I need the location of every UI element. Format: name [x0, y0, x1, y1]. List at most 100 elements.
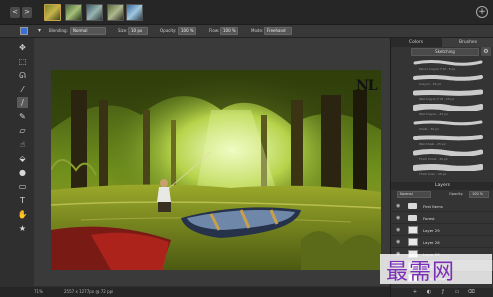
layer-name: First Items [423, 204, 443, 209]
brush-stroke-preview [413, 120, 483, 126]
trash-icon[interactable]: ⌫ [467, 289, 475, 296]
brush-item[interactable]: Thick Crax - 25 px [411, 163, 491, 178]
pencil-icon[interactable]: ✎ [17, 111, 28, 122]
document-thumbnail[interactable] [107, 4, 124, 21]
canvas-workspace[interactable]: NL [34, 38, 390, 286]
brush-item[interactable]: Chalk - 30 px [411, 118, 491, 133]
layer-name: Layer 29 [423, 228, 440, 233]
brush-item[interactable]: Wet Chalk - 25 px [411, 133, 491, 148]
document-thumbnail[interactable] [86, 4, 103, 21]
blending-select[interactable]: Normal [70, 27, 106, 35]
layer-thumbnail [408, 226, 418, 234]
brush-set-select[interactable]: Sketching [411, 48, 479, 56]
app-window: < > + ▾ Blending: Normal Size: 10 px Opa… [0, 0, 493, 297]
mask-icon[interactable]: ◐ [425, 289, 433, 296]
brush-stroke-preview [413, 60, 483, 66]
brush-stroke-preview [413, 149, 483, 156]
add-layer-icon[interactable]: + [411, 289, 419, 296]
dodge-icon[interactable]: ● [17, 167, 28, 178]
layer-name: Forest [423, 216, 435, 221]
folder-icon [408, 215, 417, 221]
fill-icon[interactable]: ⬙ [17, 153, 28, 164]
brush-name: Pencil Crayon F-M - 8 px [419, 67, 456, 71]
document-strip: < > + [0, 0, 493, 25]
brush-name: Thick Crax - 25 px [419, 172, 447, 176]
brush-item[interactable]: Crayon - 25 px [411, 73, 491, 88]
nav-back-button[interactable]: < [10, 7, 20, 18]
brush-name: Wet Crayon - 25 px [419, 112, 448, 116]
brush-preset-icon[interactable]: ▾ [38, 27, 41, 34]
layer-row[interactable]: ◉ Forest [391, 212, 493, 224]
brush-item[interactable]: Thick Chalk - 30 px [411, 148, 491, 163]
tools-panel: ✥ ⬚ ᘏ ⁄ ∕ ✎ ▱ ☝ ⬙ ● ▭ T ✋ ★ [14, 38, 31, 283]
document-thumbnail[interactable] [44, 4, 61, 21]
panel-tabs: Colors Brushes [391, 38, 493, 47]
size-field[interactable]: 10 px [128, 27, 148, 35]
lasso-icon[interactable]: ᘏ [17, 70, 28, 81]
add-document-button[interactable]: + [476, 6, 488, 18]
brush-name: Chalk - 30 px [419, 127, 439, 131]
brush-name: Thick Chalk - 30 px [419, 157, 448, 161]
layer-row[interactable]: ◉ Layer 28 [391, 236, 493, 248]
flow-label: Flow: [209, 28, 220, 33]
gradient-icon[interactable]: ▭ [17, 181, 28, 192]
document-dimensions: 2557 x 1277px @ 72 ppi [64, 289, 114, 294]
forest-painting-image [51, 70, 381, 270]
foreground-color-swatch[interactable] [20, 27, 28, 35]
status-bar: 71% 2557 x 1277px @ 72 ppi [0, 287, 390, 297]
tab-brushes[interactable]: Brushes [442, 38, 493, 47]
opacity-label: Opacity: [160, 28, 177, 33]
folder-icon[interactable]: ▭ [453, 289, 461, 296]
eraser-icon[interactable]: ▱ [17, 125, 28, 136]
brush-item[interactable]: Wet Crayon - 25 px [411, 103, 491, 118]
layer-blend-select[interactable]: Normal [397, 191, 431, 198]
brush-stroke-preview [413, 75, 483, 81]
brush-item[interactable]: Wet Crayon F-M - 25 px [411, 88, 491, 103]
eye-icon[interactable]: ◉ [396, 239, 402, 245]
eye-icon[interactable]: ◉ [396, 227, 402, 233]
layer-tools: + ◐ ƒ ▭ ⌫ [391, 288, 493, 297]
tool-options-bar: ▾ Blending: Normal Size: 10 px Opacity: … [0, 25, 493, 38]
flow-field[interactable]: 100 % [220, 27, 238, 35]
painting-canvas[interactable]: NL [51, 70, 381, 270]
brush-item[interactable]: Pencil Crayon F-M - 8 px [411, 58, 491, 73]
layer-row[interactable]: ◉ First Items [391, 200, 493, 212]
blending-label: Blending: [49, 28, 68, 33]
text-icon[interactable]: T [17, 195, 28, 206]
smudge-icon[interactable]: ☝ [17, 139, 28, 150]
brush-name: Wet Chalk - 25 px [419, 142, 446, 146]
brush-name: Wet Crayon F-M - 25 px [419, 97, 455, 101]
document-thumbnail[interactable] [126, 4, 143, 21]
move-icon[interactable]: ✥ [17, 42, 28, 53]
fx-icon[interactable]: ƒ [439, 289, 447, 296]
eye-icon[interactable]: ◉ [396, 215, 402, 221]
layers-title[interactable]: Layers [391, 182, 493, 190]
watermark-text: 最需网 [386, 260, 456, 285]
brush-name: Crayon - 25 px [419, 82, 442, 86]
layer-opacity-field[interactable]: 100 % [469, 191, 489, 198]
layer-thumbnail [408, 238, 418, 246]
folder-icon [408, 203, 417, 209]
gear-icon[interactable]: ⚙ [481, 47, 491, 56]
tab-colors[interactable]: Colors [391, 38, 441, 47]
star-icon[interactable]: ★ [17, 223, 28, 234]
brush-stroke-preview [413, 89, 483, 96]
mode-select[interactable]: Freehand [264, 27, 292, 35]
document-thumbnail[interactable] [65, 4, 82, 21]
eyedropper-icon[interactable]: ⁄ [17, 84, 28, 95]
brush-stroke-preview [413, 104, 483, 111]
opacity-field[interactable]: 100 % [178, 27, 196, 35]
layer-row[interactable]: ◉ Layer 29 [391, 224, 493, 236]
layer-name: Layer 28 [423, 240, 440, 245]
size-label: Size: [118, 28, 128, 33]
layer-opacity-label: Opacity: [449, 192, 464, 196]
brush-stroke-preview [413, 164, 483, 171]
artist-signature: NL [356, 78, 378, 94]
zoom-level[interactable]: 71% [34, 289, 43, 294]
hand-icon[interactable]: ✋ [17, 209, 28, 220]
brush-icon[interactable]: ∕ [17, 97, 28, 108]
eye-icon[interactable]: ◉ [396, 203, 402, 209]
brush-stroke-preview [413, 135, 483, 141]
nav-forward-button[interactable]: > [22, 7, 32, 18]
marquee-icon[interactable]: ⬚ [17, 56, 28, 67]
